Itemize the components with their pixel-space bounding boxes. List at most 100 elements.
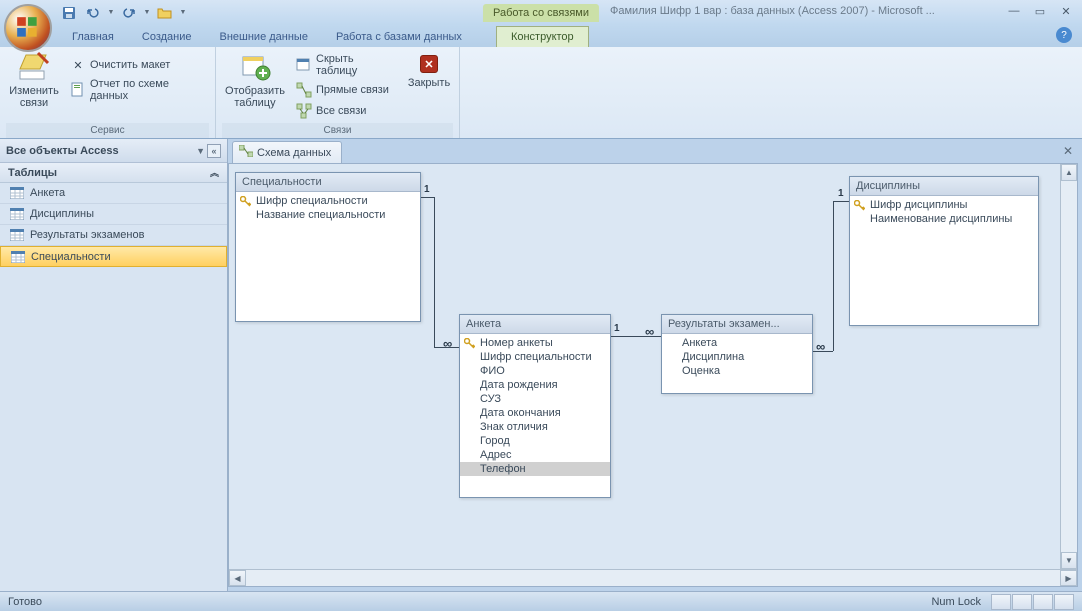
table-title[interactable]: Результаты экзамен... — [662, 315, 812, 334]
direct-relationships-button[interactable]: Прямые связи — [292, 80, 401, 100]
table-field[interactable]: Анкета — [662, 336, 812, 350]
field-label: Название специальности — [256, 209, 385, 221]
table-field[interactable]: Оценка — [662, 364, 812, 378]
table-field[interactable]: Знак отличия — [460, 420, 610, 434]
table-title[interactable]: Специальности — [236, 173, 420, 192]
table-field[interactable]: ФИО — [460, 364, 610, 378]
scroll-track[interactable] — [1061, 181, 1077, 552]
table-field[interactable]: Название специальности — [236, 208, 420, 222]
redo-button[interactable] — [118, 2, 140, 24]
horizontal-scrollbar[interactable]: ◀ ▶ — [229, 569, 1077, 586]
relationship-report-button[interactable]: Отчет по схеме данных — [66, 76, 209, 104]
view-button-2[interactable] — [1012, 594, 1032, 610]
table-window-specialties[interactable]: Специальности Шифр специальностиНазвание… — [235, 172, 421, 322]
table-window-anketa[interactable]: Анкета Номер анкетыШифр специальностиФИО… — [459, 314, 611, 498]
all-relationships-button[interactable]: Все связи — [292, 101, 401, 121]
view-button-4[interactable] — [1054, 594, 1074, 610]
scroll-left-button[interactable]: ◀ — [229, 570, 246, 586]
table-title[interactable]: Анкета — [460, 315, 610, 334]
table-field[interactable]: Шифр специальности — [236, 194, 420, 208]
table-field[interactable]: Дата рождения — [460, 378, 610, 392]
rel-many-label: ∞ — [443, 336, 452, 351]
redo-dropdown[interactable]: ▼ — [142, 2, 152, 24]
view-button-1[interactable] — [991, 594, 1011, 610]
tab-database-tools[interactable]: Работа с базами данных — [322, 27, 476, 47]
rel-one-label: 1 — [838, 188, 844, 199]
nav-item-label: Дисциплины — [30, 208, 94, 220]
field-label: Город — [480, 435, 510, 447]
table-field[interactable]: Адрес — [460, 448, 610, 462]
nav-item-table[interactable]: Дисциплины — [0, 204, 227, 225]
office-button[interactable] — [4, 4, 52, 52]
titlebar: ▼ ▼ ▼ Работа со связями Фамилия Шифр 1 в… — [0, 0, 1082, 25]
tab-create[interactable]: Создание — [128, 27, 206, 47]
table-window-results[interactable]: Результаты экзамен... АнкетаДисциплинаОц… — [661, 314, 813, 394]
undo-button[interactable] — [82, 2, 104, 24]
report-icon — [70, 82, 86, 98]
rel-line — [434, 197, 435, 347]
table-field[interactable]: Телефон — [460, 462, 610, 476]
table-field[interactable]: Наименование дисциплины — [850, 212, 1038, 226]
navpane-header[interactable]: Все объекты Access ▼ « — [0, 139, 227, 163]
navpane-dropdown-icon[interactable]: ▼ — [196, 146, 205, 156]
table-title[interactable]: Дисциплины — [850, 177, 1038, 196]
help-button[interactable]: ? — [1056, 27, 1072, 43]
minimize-button[interactable]: — — [1002, 2, 1026, 20]
rel-many-label: ∞ — [816, 339, 825, 354]
edit-relationships-icon — [18, 51, 50, 83]
scroll-up-button[interactable]: ▲ — [1061, 164, 1077, 181]
open-button[interactable] — [154, 2, 176, 24]
table-field[interactable]: Город — [460, 434, 610, 448]
doc-tab-schema[interactable]: Схема данных — [232, 141, 342, 163]
navigation-pane: Все объекты Access ▼ « Таблицы ︽ Анкета Д… — [0, 139, 228, 591]
field-label: СУЗ — [480, 393, 501, 405]
scroll-down-button[interactable]: ▼ — [1061, 552, 1077, 569]
tab-home[interactable]: Главная — [58, 27, 128, 47]
doc-close-button[interactable]: ✕ — [1060, 143, 1076, 159]
vertical-scrollbar[interactable]: ▲ ▼ — [1060, 164, 1077, 569]
table-field[interactable]: СУЗ — [460, 392, 610, 406]
ribbon: Изменить связи ✕Очистить макет Отчет по … — [0, 47, 1082, 139]
ribbon-group-tools-label: Сервис — [6, 123, 209, 138]
clear-layout-button[interactable]: ✕Очистить макет — [66, 55, 209, 75]
nav-group-tables[interactable]: Таблицы ︽ — [0, 163, 227, 183]
hide-table-icon — [296, 57, 312, 73]
field-label: Анкета — [682, 337, 717, 349]
field-label: Дата рождения — [480, 379, 558, 391]
tab-external-data[interactable]: Внешние данные — [206, 27, 322, 47]
nav-item-table[interactable]: Специальности — [0, 246, 227, 267]
nav-item-table[interactable]: Анкета — [0, 183, 227, 204]
hide-table-button[interactable]: Скрыть таблицу — [292, 51, 401, 79]
table-field[interactable]: Шифр специальности — [460, 350, 610, 364]
table-field[interactable]: Дата окончания — [460, 406, 610, 420]
relationships-canvas[interactable]: Специальности Шифр специальностиНазвание… — [228, 163, 1078, 587]
show-table-label: Отобразить таблицу — [225, 85, 285, 109]
close-button[interactable]: ✕ Закрыть — [405, 49, 453, 91]
tab-design[interactable]: Конструктор — [496, 26, 589, 47]
navpane-collapse-button[interactable]: « — [207, 144, 221, 158]
show-table-button[interactable]: Отобразить таблицу — [222, 49, 288, 111]
clear-layout-icon: ✕ — [70, 57, 86, 73]
nav-item-table[interactable]: Результаты экзаменов — [0, 225, 227, 246]
table-field[interactable]: Номер анкеты — [460, 336, 610, 350]
edit-relationships-label: Изменить связи — [9, 85, 59, 109]
scroll-right-button[interactable]: ▶ — [1060, 570, 1077, 586]
close-window-button[interactable]: ✕ — [1054, 2, 1078, 20]
table-field[interactable]: Дисциплина — [662, 350, 812, 364]
close-label: Закрыть — [408, 77, 450, 89]
table-field[interactable]: Шифр дисциплины — [850, 198, 1038, 212]
view-button-3[interactable] — [1033, 594, 1053, 610]
field-label: Знак отличия — [480, 421, 548, 433]
restore-button[interactable]: ▭ — [1028, 2, 1052, 20]
qat-customize[interactable]: ▼ — [178, 2, 188, 24]
edit-relationships-button[interactable]: Изменить связи — [6, 49, 62, 111]
table-icon — [11, 251, 25, 263]
table-icon — [10, 229, 24, 241]
undo-dropdown[interactable]: ▼ — [106, 2, 116, 24]
direct-rel-icon — [296, 82, 312, 98]
save-button[interactable] — [58, 2, 80, 24]
rel-line — [421, 197, 434, 198]
nav-group-label: Таблицы — [8, 167, 57, 179]
table-window-disciplines[interactable]: Дисциплины Шифр дисциплиныНаименование д… — [849, 176, 1039, 326]
scroll-track[interactable] — [246, 570, 1060, 586]
